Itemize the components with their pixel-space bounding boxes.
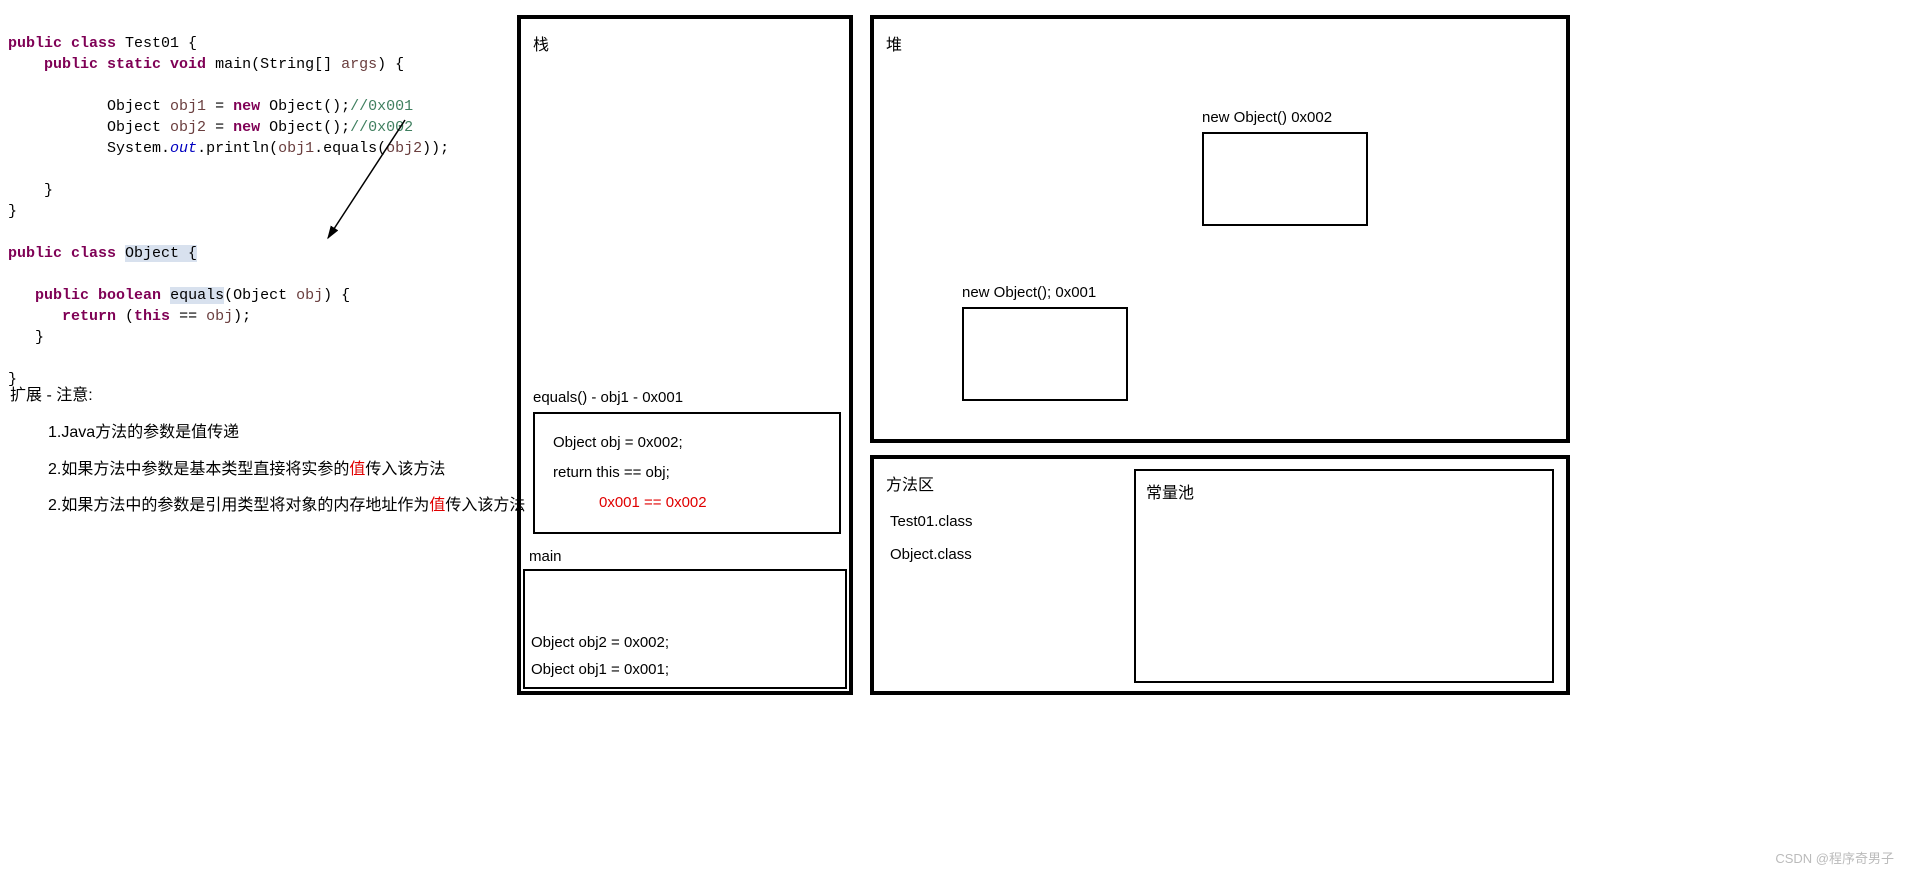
- method-area-region: 方法区 Test01.class Object.class 常量池: [870, 455, 1570, 695]
- constant-pool-title: 常量池: [1146, 479, 1194, 503]
- method-area-item-1: Test01.class: [890, 505, 973, 538]
- heap-object-2-rect: [1202, 132, 1368, 226]
- heap-object-1-label: new Object(); 0x001: [962, 284, 1128, 301]
- equals-line-1: Object obj = 0x002;: [553, 428, 821, 458]
- equals-line-2: return this == obj;: [553, 458, 821, 488]
- heap-object-2-label: new Object() 0x002: [1202, 109, 1368, 126]
- equals-frame-body: Object obj = 0x002; return this == obj; …: [533, 412, 841, 534]
- main-frame-body: Object obj2 = 0x002; Object obj1 = 0x001…: [523, 569, 847, 689]
- constant-pool: 常量池: [1134, 469, 1554, 683]
- stack-title: 栈: [533, 31, 549, 55]
- notes-item-1: 1.Java方法的参数是值传递: [48, 415, 525, 452]
- heap-object-1-rect: [962, 307, 1128, 401]
- equals-stack-frame: equals() - obj1 - 0x001 Object obj = 0x0…: [533, 389, 841, 534]
- main-line-1: Object obj2 = 0x002;: [531, 629, 845, 656]
- stack-region: 栈 equals() - obj1 - 0x001 Object obj = 0…: [517, 15, 853, 695]
- notes-item-2: 2.如果方法中参数是基本类型直接将实参的值传入该方法: [48, 452, 525, 489]
- heap-title: 堆: [886, 31, 902, 55]
- notes-item-3: 2.如果方法中的参数是引用类型将对象的内存地址作为值传入该方法: [48, 488, 525, 525]
- heap-object-1: new Object(); 0x001: [962, 284, 1128, 401]
- java-code: public class Test01 { public static void…: [0, 12, 510, 390]
- heap-region: 堆 new Object() 0x002 new Object(); 0x001: [870, 15, 1570, 443]
- method-area-title: 方法区: [886, 471, 934, 495]
- method-area-item-2: Object.class: [890, 538, 973, 571]
- heap-object-2: new Object() 0x002: [1202, 109, 1368, 226]
- main-frame-label: main: [529, 548, 847, 565]
- method-area-items: Test01.class Object.class: [890, 505, 973, 571]
- main-line-2: Object obj1 = 0x001;: [531, 656, 845, 683]
- main-stack-frame: main Object obj2 = 0x002; Object obj1 = …: [523, 548, 847, 689]
- equals-frame-label: equals() - obj1 - 0x001: [533, 389, 841, 406]
- equals-line-3: 0x001 == 0x002: [599, 488, 821, 518]
- notes-section: 扩展 - 注意: 1.Java方法的参数是值传递 2.如果方法中参数是基本类型直…: [10, 378, 525, 525]
- notes-title: 扩展 - 注意:: [10, 378, 525, 415]
- watermark: CSDN @程序奇男子: [1775, 848, 1894, 867]
